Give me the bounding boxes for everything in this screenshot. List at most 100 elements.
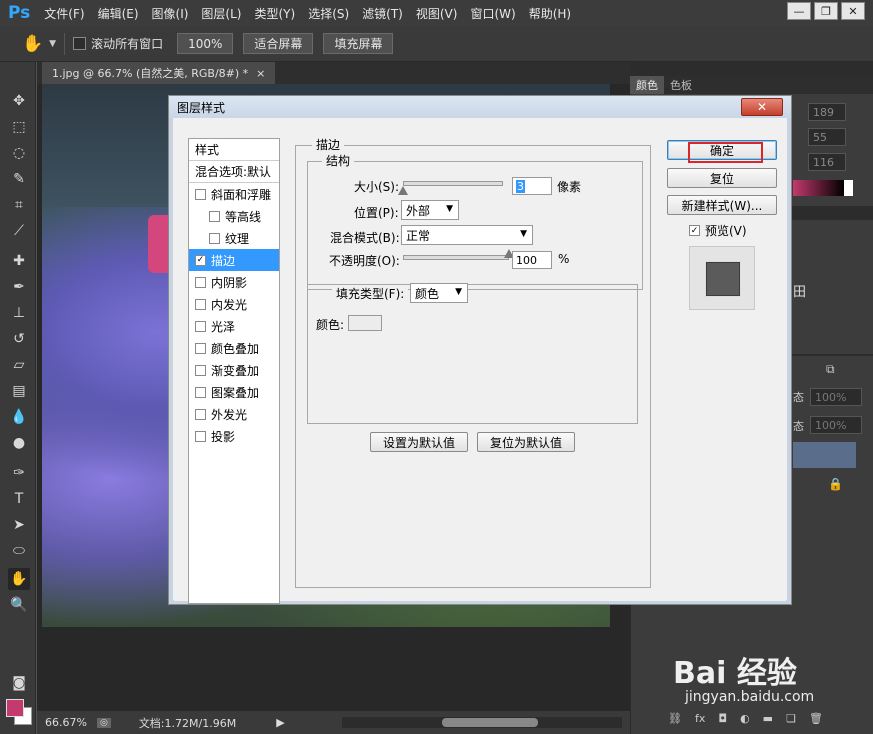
style-item-inner-glow[interactable]: 内发光: [189, 293, 279, 315]
menu-layer[interactable]: 图层(L): [201, 5, 241, 22]
fill-screen-button[interactable]: 填充屏幕: [323, 33, 394, 54]
style-item-bevel[interactable]: 斜面和浮雕: [189, 183, 279, 205]
size-slider[interactable]: [403, 181, 503, 186]
horizontal-scrollbar[interactable]: [342, 717, 622, 728]
blend-options-item[interactable]: 混合选项:默认: [189, 161, 279, 183]
close-window-icon[interactable]: ✕: [841, 2, 865, 20]
link-icon[interactable]: ⛓: [668, 712, 682, 725]
style-item-texture[interactable]: 纹理: [189, 227, 279, 249]
hand-tool-active-icon[interactable]: ✋: [8, 568, 30, 590]
opacity-field[interactable]: 100%: [810, 388, 862, 406]
blur-tool-icon[interactable]: 💧: [8, 406, 30, 428]
checkbox[interactable]: [195, 298, 206, 310]
style-item-drop-shadow[interactable]: 投影: [189, 425, 279, 447]
reset-button[interactable]: 复位: [667, 168, 777, 188]
tool-preset-chevron-down-icon[interactable]: ▼: [49, 39, 56, 49]
red-value[interactable]: 189: [808, 103, 846, 121]
quick-mask-icon[interactable]: ◙: [8, 672, 30, 694]
quick-select-tool-icon[interactable]: ✎: [8, 168, 30, 190]
menu-select[interactable]: 选择(S): [308, 5, 349, 22]
eyedropper-tool-icon[interactable]: ⟋: [8, 220, 30, 242]
path-select-tool-icon[interactable]: ➤: [8, 514, 30, 536]
menu-filter[interactable]: 滤镜(T): [362, 5, 403, 22]
mask-icon[interactable]: ◘: [718, 712, 727, 725]
style-item-outer-glow[interactable]: 外发光: [189, 403, 279, 425]
zoom-100-button[interactable]: 100%: [177, 33, 234, 54]
document-tab[interactable]: 1.jpg @ 66.7% (自然之美, RGB/8#) * ×: [42, 62, 276, 84]
tab-swatches[interactable]: 色板: [664, 76, 698, 94]
zoom-tool-icon[interactable]: 🔍: [8, 594, 30, 616]
folder-icon[interactable]: ▬: [763, 712, 773, 725]
new-style-button[interactable]: 新建样式(W)...: [667, 195, 777, 215]
set-default-button[interactable]: 设置为默认值: [370, 432, 468, 452]
green-value[interactable]: 55: [808, 128, 846, 146]
fit-screen-button[interactable]: 适合屏幕: [243, 33, 314, 54]
eraser-tool-icon[interactable]: ▱: [8, 354, 30, 376]
style-item-satin[interactable]: 光泽: [189, 315, 279, 337]
move-tool-icon[interactable]: ✥: [8, 90, 30, 112]
screen-mode-icon[interactable]: [8, 700, 30, 722]
brush-tool-icon[interactable]: ✒: [8, 276, 30, 298]
scroll-all-windows-checkbox[interactable]: [73, 37, 87, 50]
blend-mode-select[interactable]: 正常 ▼: [401, 225, 533, 245]
crop-tool-icon[interactable]: ⌗: [8, 194, 30, 216]
style-item-pattern-overlay[interactable]: 图案叠加: [189, 381, 279, 403]
tab-color[interactable]: 颜色: [630, 76, 664, 94]
preview-toggle[interactable]: ✓ 预览(V): [689, 222, 747, 239]
size-slider-thumb[interactable]: [398, 186, 408, 195]
style-item-contour[interactable]: 等高线: [189, 205, 279, 227]
style-item-inner-shadow[interactable]: 内阴影: [189, 271, 279, 293]
menu-file[interactable]: 文件(F): [44, 5, 84, 22]
hand-tool-icon[interactable]: ✋: [22, 34, 43, 54]
layers-toggle-icon[interactable]: ⧉: [826, 362, 835, 377]
shape-tool-icon[interactable]: ⬭: [8, 540, 30, 562]
menu-edit[interactable]: 编辑(E): [98, 5, 139, 22]
stamp-tool-icon[interactable]: ⊥: [8, 302, 30, 324]
lasso-tool-icon[interactable]: ◌: [8, 142, 30, 164]
checkbox-checked[interactable]: ✓: [195, 254, 206, 266]
selected-layer-row[interactable]: [793, 442, 856, 468]
checkbox[interactable]: [195, 386, 206, 398]
checkbox[interactable]: [195, 188, 206, 200]
type-tool-icon[interactable]: T: [8, 488, 30, 510]
checkbox[interactable]: [209, 210, 220, 222]
dialog-close-button[interactable]: ✕: [741, 98, 783, 116]
minimize-icon[interactable]: —: [787, 2, 811, 20]
checkbox[interactable]: [195, 276, 206, 288]
style-item-stroke[interactable]: ✓ 描边: [189, 249, 279, 271]
opacity-input[interactable]: 100: [512, 251, 552, 269]
color-ramp[interactable]: [793, 180, 853, 196]
checkbox[interactable]: [195, 342, 206, 354]
healing-brush-tool-icon[interactable]: ✚: [8, 250, 30, 272]
preview-checkbox[interactable]: ✓: [689, 225, 700, 236]
lock-icon[interactable]: 🔒: [828, 477, 843, 491]
fx-icon[interactable]: fx: [695, 712, 705, 725]
menu-image[interactable]: 图像(I): [152, 5, 189, 22]
fill-type-select[interactable]: 颜色 ▼: [410, 283, 468, 303]
checkbox[interactable]: [209, 232, 220, 244]
scrollbar-thumb[interactable]: [442, 718, 538, 727]
checkbox[interactable]: [195, 408, 206, 420]
blue-value[interactable]: 116: [808, 153, 846, 171]
checkbox[interactable]: [195, 320, 206, 332]
status-menu-arrow-icon[interactable]: ▶: [276, 716, 284, 729]
checkbox[interactable]: [195, 364, 206, 376]
reset-default-button[interactable]: 复位为默认值: [477, 432, 575, 452]
menu-help[interactable]: 帮助(H): [529, 5, 571, 22]
menu-type[interactable]: 类型(Y): [254, 5, 295, 22]
trash-icon[interactable]: 🗑: [809, 712, 823, 725]
adjustment-icon[interactable]: ◐: [740, 712, 750, 725]
stroke-color-swatch[interactable]: [348, 315, 382, 331]
styles-header[interactable]: 样式: [189, 139, 279, 161]
menu-view[interactable]: 视图(V): [416, 5, 458, 22]
position-select[interactable]: 外部 ▼: [401, 200, 459, 220]
style-item-color-overlay[interactable]: 颜色叠加: [189, 337, 279, 359]
gradient-tool-icon[interactable]: ▤: [8, 380, 30, 402]
dodge-tool-icon[interactable]: ●: [8, 432, 30, 454]
fill-field[interactable]: 100%: [810, 416, 862, 434]
new-layer-icon[interactable]: ❏: [786, 712, 796, 725]
checkbox[interactable]: [195, 430, 206, 442]
zoom-level[interactable]: 66.67%: [45, 716, 87, 729]
history-brush-tool-icon[interactable]: ↺: [8, 328, 30, 350]
menu-window[interactable]: 窗口(W): [470, 5, 515, 22]
